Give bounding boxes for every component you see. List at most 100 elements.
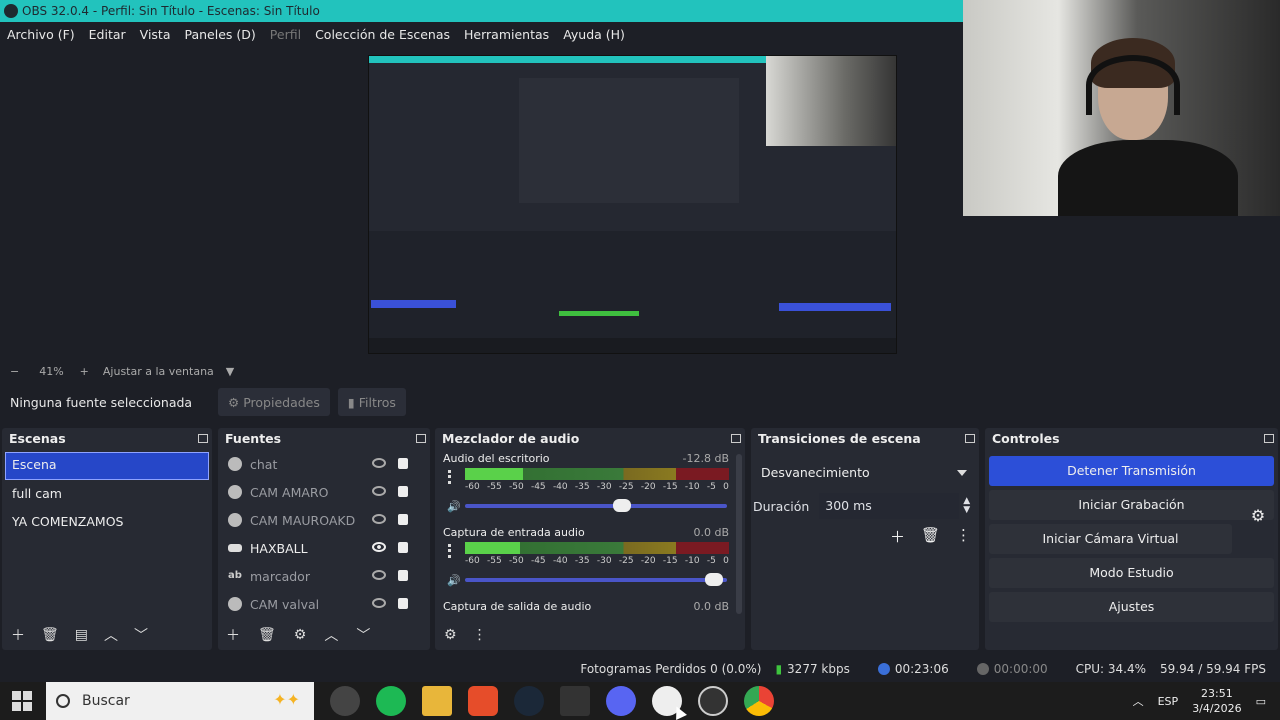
float-icon[interactable]	[416, 434, 426, 443]
filters-button[interactable]: ▮ Filtros	[337, 388, 406, 416]
stop-streaming-button[interactable]: Detener Transmisión	[989, 456, 1274, 486]
menu-item-4[interactable]: Perfil	[263, 27, 308, 42]
file-explorer-icon[interactable]	[422, 686, 452, 716]
channel-name: Captura de salida de audio	[443, 600, 592, 613]
source-item[interactable]: HAXBALL	[218, 534, 430, 562]
duration-label: Duración	[753, 498, 810, 514]
move-down-icon[interactable]: ﹀	[356, 625, 370, 645]
move-down-icon[interactable]: ﹀	[134, 625, 148, 645]
webcam-person-body	[1058, 140, 1238, 216]
menu-item-1[interactable]: Editar	[82, 27, 133, 42]
scene-list: Escena full cam YA COMENZAMOS	[2, 452, 212, 536]
mixer-scrollbar[interactable]	[736, 454, 742, 614]
scene-preview[interactable]	[368, 55, 897, 354]
eye-slash-icon[interactable]	[372, 458, 386, 468]
transition-select[interactable]: Desvanecimiento	[755, 458, 975, 488]
lock-icon[interactable]	[398, 458, 408, 469]
advanced-audio-icon[interactable]: ⚙	[444, 627, 457, 643]
language-indicator[interactable]: ESP	[1158, 695, 1179, 708]
clock[interactable]: 23:51 3/4/2026	[1192, 686, 1241, 716]
menu-item-0[interactable]: Archivo (F)	[0, 27, 82, 42]
studio-mode-button[interactable]: Modo Estudio	[989, 558, 1274, 588]
app-icon[interactable]	[330, 686, 360, 716]
eye-slash-icon[interactable]	[372, 514, 386, 524]
scene-item[interactable]: full cam	[2, 480, 212, 508]
notification-icon[interactable]: ▭	[1256, 695, 1266, 708]
source-name: HAXBALL	[250, 540, 308, 556]
virtual-camera-settings-gear-icon[interactable]: ⚙	[1244, 502, 1272, 530]
recorder-icon[interactable]	[698, 686, 728, 716]
channel-menu-icon[interactable]	[448, 470, 452, 484]
duration-input[interactable]: 300 ms	[819, 493, 960, 519]
move-up-icon[interactable]: ︿	[324, 625, 338, 645]
add-icon[interactable]: ＋	[226, 625, 240, 645]
trash-icon[interactable]: 🗑	[921, 526, 940, 547]
chrome-icon[interactable]	[744, 686, 774, 716]
steam-icon[interactable]	[514, 686, 544, 716]
speaker-icon[interactable]: 🔊	[447, 500, 461, 513]
scene-item[interactable]: Escena	[5, 452, 209, 480]
brave-icon[interactable]	[468, 686, 498, 716]
add-icon[interactable]: ＋	[890, 526, 905, 547]
lock-icon[interactable]	[398, 542, 408, 553]
eye-slash-icon[interactable]	[372, 486, 386, 496]
add-icon[interactable]: ＋	[11, 625, 25, 645]
eye-slash-icon[interactable]	[372, 570, 386, 580]
spotify-icon[interactable]	[376, 686, 406, 716]
trash-icon[interactable]: 🗑	[41, 627, 59, 643]
source-item[interactable]: chat	[218, 450, 430, 478]
menu-item-5[interactable]: Colección de Escenas	[308, 27, 457, 42]
menu-item-7[interactable]: Ayuda (H)	[556, 27, 632, 42]
float-icon[interactable]	[1264, 434, 1274, 443]
start-virtual-camera-button[interactable]: Iniciar Cámara Virtual	[989, 524, 1232, 554]
source-item[interactable]: CAM AMARO	[218, 478, 430, 506]
lock-icon[interactable]	[398, 514, 408, 525]
lock-icon[interactable]	[398, 570, 408, 581]
epic-games-icon[interactable]	[560, 686, 590, 716]
lock-icon[interactable]	[398, 598, 408, 609]
spin-arrows-icon[interactable]: ▲ ▼	[963, 497, 970, 515]
chevron-up-icon[interactable]: ︿	[1133, 693, 1144, 709]
zoom-in-button[interactable]: +	[80, 365, 89, 378]
source-item[interactable]: ab marcador	[218, 562, 430, 590]
source-item[interactable]: CAM MAUROAKD	[218, 506, 430, 534]
speaker-icon[interactable]: 🔊	[447, 574, 461, 587]
discord-icon[interactable]	[606, 686, 636, 716]
settings-button[interactable]: Ajustes	[989, 592, 1274, 622]
zoom-out-button[interactable]: −	[10, 365, 19, 378]
eye-icon[interactable]	[372, 542, 386, 552]
source-item[interactable]: CAM valval	[218, 590, 430, 618]
stream-time: 00:23:06	[894, 662, 949, 676]
mixer-channels: Audio del escritorio -12.8 dB -60 -55 -50 -45…	[435, 450, 745, 628]
menu-dots-icon[interactable]: ⋮	[473, 627, 487, 643]
lock-icon[interactable]	[398, 486, 408, 497]
zoom-dropdown-icon[interactable]: ▼	[226, 365, 234, 378]
globe-icon	[228, 485, 242, 499]
start-recording-button[interactable]: Iniciar Grabación	[989, 490, 1274, 520]
scene-filters-icon[interactable]: ▤	[75, 627, 88, 643]
no-source-label: Ninguna fuente seleccionada	[10, 394, 193, 410]
eye-slash-icon[interactable]	[372, 598, 386, 608]
mixer-channel: Audio del escritorio -12.8 dB -60 -55 -50 -45…	[435, 450, 745, 524]
gear-icon[interactable]: ⚙	[294, 627, 307, 643]
preview-titlebar	[369, 56, 767, 63]
taskbar-search[interactable]: Buscar ✦✦	[46, 682, 314, 720]
menu-item-3[interactable]: Paneles (D)	[178, 27, 263, 42]
float-icon[interactable]	[965, 434, 975, 443]
trash-icon[interactable]: 🗑	[258, 627, 276, 643]
menu-item-6[interactable]: Herramientas	[457, 27, 556, 42]
volume-slider[interactable]	[465, 573, 727, 586]
windows-start-icon[interactable]	[12, 691, 32, 711]
source-list: chat CAM AMARO CAM MAUROAKD HAXBALL ab marcad…	[218, 450, 430, 618]
menu-dots-icon[interactable]: ⋮	[956, 526, 971, 547]
properties-button[interactable]: ⚙ Propiedades	[218, 388, 330, 416]
channel-menu-icon[interactable]	[448, 544, 452, 558]
gear-icon: ⚙	[228, 394, 240, 410]
menu-item-2[interactable]: Vista	[133, 27, 178, 42]
record-icon	[976, 663, 989, 675]
float-icon[interactable]	[731, 434, 741, 443]
volume-slider[interactable]	[465, 499, 727, 512]
move-up-icon[interactable]: ︿	[104, 625, 118, 645]
float-icon[interactable]	[198, 434, 208, 443]
scene-item[interactable]: YA COMENZAMOS	[2, 508, 212, 536]
